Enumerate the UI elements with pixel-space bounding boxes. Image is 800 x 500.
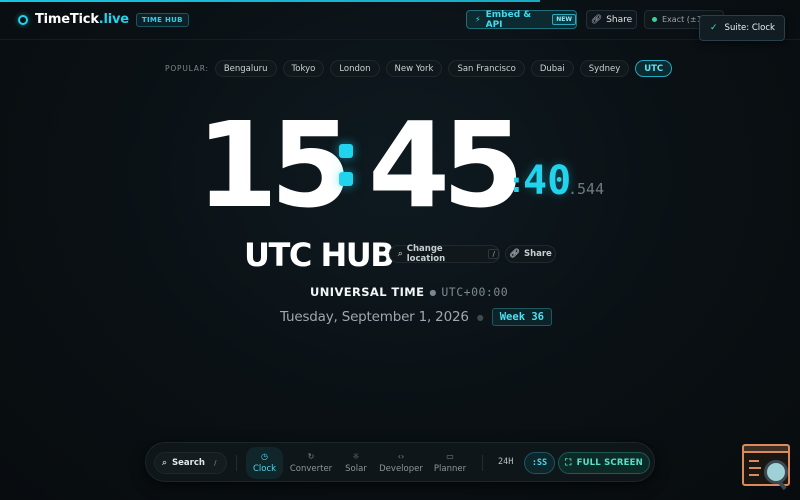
header-share-button[interactable]: 🔗︎ Share [586, 10, 637, 29]
clock-minutes: 45 [368, 96, 524, 234]
tab-developer-label: Developer [379, 464, 423, 474]
date-info: Tuesday, September 1, 2026 ● Week 36 [280, 308, 552, 326]
brand-logo[interactable]: TimeTick.live TIME HUB [18, 12, 189, 27]
new-badge: NEW [552, 14, 576, 25]
bolt-icon: ⚡ [475, 15, 481, 24]
timezone-info: UNIVERSAL TIME ● UTC+00:00 [310, 285, 508, 299]
location-share-label: Share [523, 249, 552, 259]
logo-icon [18, 14, 28, 25]
link-icon: 🔗︎ [590, 14, 603, 25]
widget-line [749, 460, 759, 462]
check-icon: ✓ [710, 23, 718, 33]
tab-planner-label: Planner [433, 464, 467, 474]
divider [482, 455, 483, 471]
fullscreen-button[interactable]: ⛶ FULL SCREEN [558, 452, 650, 474]
search-icon: ⌕ [398, 249, 403, 259]
city-chip-san-francisco[interactable]: San Francisco [448, 60, 525, 77]
brand-name: TimeTick.live [35, 12, 129, 27]
tab-solar-label: Solar [345, 464, 367, 474]
cities-label: POPULAR: [165, 64, 209, 73]
city-chip-sydney[interactable]: Sydney [579, 60, 630, 77]
dock-search-label: Search [172, 458, 205, 468]
tab-converter[interactable]: ↻ Converter [288, 447, 334, 479]
toast-text: Suite: Clock [724, 23, 775, 33]
clock-seconds: 40 [523, 158, 572, 204]
digital-clock: 15 45 : 40 .544 [196, 100, 616, 230]
clock-hours: 15 [196, 96, 352, 234]
clock-icon: ◷ [261, 452, 268, 461]
change-location-label: Change location [406, 244, 446, 264]
link-icon: 🔗︎ [509, 249, 520, 259]
tab-clock-label: Clock [252, 464, 277, 474]
top-bar: TimeTick.live TIME HUB ⚡ Embed & API NEW… [0, 0, 800, 40]
tab-converter-label: Converter [289, 464, 333, 474]
tab-clock[interactable]: ◷ Clock [246, 447, 283, 479]
inspector-widget-icon[interactable] [742, 444, 790, 491]
shortcut-key: / [488, 249, 499, 259]
current-date: Tuesday, September 1, 2026 [280, 309, 469, 325]
clock-colon [339, 144, 353, 200]
separator-dot: ● [429, 287, 437, 297]
location-share-button[interactable]: 🔗︎ Share [505, 245, 556, 263]
tab-developer[interactable]: ‹› Developer [378, 447, 424, 479]
tab-planner[interactable]: ▭ Planner [430, 447, 470, 479]
fullscreen-label: FULL SCREEN [576, 458, 643, 468]
refresh-icon: ↻ [307, 452, 315, 461]
location-title: UTC HUB [244, 236, 395, 274]
timezone-name: UNIVERSAL TIME [310, 285, 425, 299]
city-chip-utc[interactable]: UTC [635, 60, 673, 77]
widget-line [749, 474, 759, 476]
city-chip-tokyo[interactable]: Tokyo [282, 60, 325, 77]
shortcut-key: / [213, 459, 217, 467]
separator-dot: ● [476, 312, 484, 322]
magnifier-handle [777, 479, 787, 491]
sun-icon: ☼ [352, 452, 360, 461]
status-dot-icon [652, 17, 657, 22]
magnifier-icon [764, 460, 788, 484]
bottom-dock: ⌕ Search / ◷ Clock ↻ Converter ☼ Solar ‹… [145, 442, 655, 482]
week-badge: Week 36 [491, 308, 552, 326]
embed-label: Embed & API [485, 9, 532, 30]
dock-search-button[interactable]: ⌕ Search / [154, 452, 227, 474]
seconds-toggle[interactable]: :SS [524, 452, 555, 474]
city-chip-dubai[interactable]: Dubai [530, 60, 574, 77]
widget-titlebar [744, 446, 788, 453]
calendar-icon: ▭ [446, 452, 454, 461]
city-chip-london[interactable]: London [330, 60, 380, 77]
city-chip-bengaluru[interactable]: Bengaluru [214, 60, 277, 77]
popular-cities: POPULAR: Bengaluru Tokyo London New York… [165, 60, 678, 77]
toast-notification: ✓ Suite: Clock [699, 15, 785, 41]
divider [236, 455, 237, 471]
code-icon: ‹› [397, 452, 405, 461]
brand-badge: TIME HUB [135, 12, 189, 27]
embed-api-button[interactable]: ⚡ Embed & API NEW [466, 9, 577, 30]
format-toggle-24h[interactable]: 24H [498, 457, 513, 467]
change-location-button[interactable]: ⌕ Change location / [389, 244, 500, 264]
clock-milliseconds: .544 [568, 180, 605, 198]
search-icon: ⌕ [162, 458, 168, 468]
widget-line [749, 467, 761, 469]
header-share-label: Share [606, 14, 633, 25]
city-chip-new-york[interactable]: New York [385, 60, 443, 77]
expand-icon: ⛶ [565, 458, 572, 468]
tab-solar[interactable]: ☼ Solar [340, 447, 372, 479]
timezone-offset: UTC+00:00 [441, 285, 509, 299]
brand-tld: .live [98, 12, 129, 27]
